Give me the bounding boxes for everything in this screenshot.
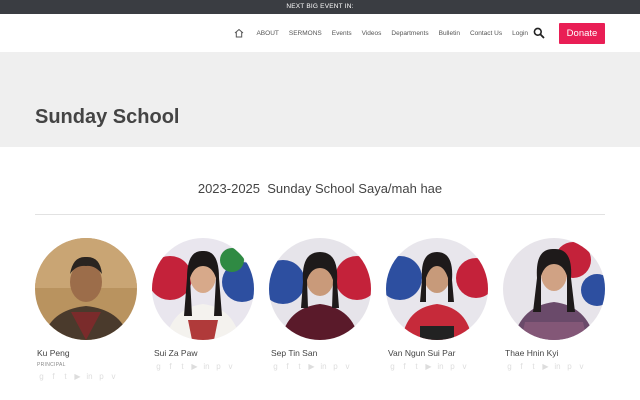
home-icon[interactable] — [234, 28, 244, 38]
vimeo-icon[interactable]: v — [343, 362, 352, 371]
member-card: Thae Hnin Kyi g f t ▶ in p v — [503, 238, 607, 371]
social-links: g f t ▶ in p v — [154, 362, 256, 371]
nav-item-contact-us[interactable]: Contact Us — [470, 30, 502, 37]
youtube-icon[interactable]: ▶ — [424, 362, 433, 371]
social-links: g f t ▶ in p v — [505, 362, 607, 371]
nav-item-bulletin[interactable]: Bulletin — [439, 30, 460, 37]
linkedin-icon[interactable]: in — [436, 362, 445, 371]
donate-label: Donate — [566, 28, 598, 39]
nav-menu: ABOUT SERMONS Events Videos Departments … — [234, 14, 528, 52]
pinterest-icon[interactable]: p — [331, 362, 340, 371]
social-links: g f t ▶ in p v — [271, 362, 373, 371]
google-plus-icon[interactable]: g — [505, 362, 514, 371]
search-icon[interactable] — [533, 27, 545, 39]
google-plus-icon[interactable]: g — [271, 362, 280, 371]
member-name: Thae Hnin Kyi — [505, 348, 559, 358]
youtube-icon[interactable]: ▶ — [307, 362, 316, 371]
member-card: Ku Peng PRINCIPAL g f t ▶ in p v — [35, 238, 139, 381]
member-photo — [152, 238, 254, 340]
member-role: PRINCIPAL — [37, 362, 66, 368]
nav-item-about[interactable]: ABOUT — [256, 30, 278, 37]
member-card: Van Ngun Sui Par g f t ▶ in p v — [386, 238, 490, 371]
facebook-icon[interactable]: f — [49, 372, 58, 381]
member-name: Sui Za Paw — [154, 348, 198, 358]
section-heading: 2023-2025 Sunday School Saya/mah hae — [197, 181, 443, 196]
linkedin-icon[interactable]: in — [202, 362, 211, 371]
member-name: Ku Peng — [37, 348, 70, 358]
social-links: g f t ▶ in p v — [388, 362, 490, 371]
pinterest-icon[interactable]: p — [97, 372, 106, 381]
google-plus-icon[interactable]: g — [154, 362, 163, 371]
linkedin-icon[interactable]: in — [319, 362, 328, 371]
section-divider — [35, 214, 605, 215]
pinterest-icon[interactable]: p — [448, 362, 457, 371]
twitter-icon[interactable]: t — [178, 362, 187, 371]
youtube-icon[interactable]: ▶ — [541, 362, 550, 371]
member-name: Van Ngun Sui Par — [388, 348, 456, 358]
member-photo — [503, 238, 605, 340]
vimeo-icon[interactable]: v — [226, 362, 235, 371]
vimeo-icon[interactable]: v — [109, 372, 118, 381]
twitter-icon[interactable]: t — [412, 362, 421, 371]
youtube-icon[interactable]: ▶ — [190, 362, 199, 371]
next-event-bar: NEXT BIG EVENT IN: — [0, 0, 640, 14]
google-plus-icon[interactable]: g — [37, 372, 46, 381]
member-card: Sui Za Paw g f t ▶ in p v — [152, 238, 256, 371]
twitter-icon[interactable]: t — [529, 362, 538, 371]
next-event-text: NEXT BIG EVENT IN: — [286, 3, 354, 10]
facebook-icon[interactable]: f — [400, 362, 409, 371]
vimeo-icon[interactable]: v — [577, 362, 586, 371]
social-links: g f t ▶ in p v — [37, 372, 139, 381]
page-title: Sunday School — [35, 106, 180, 128]
member-photo — [35, 238, 137, 340]
pinterest-icon[interactable]: p — [214, 362, 223, 371]
nav-item-sermons[interactable]: SERMONS — [289, 30, 322, 37]
google-plus-icon[interactable]: g — [388, 362, 397, 371]
facebook-icon[interactable]: f — [283, 362, 292, 371]
linkedin-icon[interactable]: in — [85, 372, 94, 381]
vimeo-icon[interactable]: v — [460, 362, 469, 371]
facebook-icon[interactable]: f — [517, 362, 526, 371]
nav-item-events[interactable]: Events — [332, 30, 352, 37]
twitter-icon[interactable]: t — [295, 362, 304, 371]
page-header-banner: Sunday School — [0, 52, 640, 147]
member-card: Sep Tin San g f t ▶ in p v — [269, 238, 373, 371]
nav-item-departments[interactable]: Departments — [391, 30, 428, 37]
member-photo — [386, 238, 488, 340]
youtube-icon[interactable]: ▶ — [73, 372, 82, 381]
facebook-icon[interactable]: f — [166, 362, 175, 371]
member-photo — [269, 238, 371, 340]
member-name: Sep Tin San — [271, 348, 318, 358]
nav-item-videos[interactable]: Videos — [362, 30, 382, 37]
twitter-icon[interactable]: t — [61, 372, 70, 381]
main-navigation: ABOUT SERMONS Events Videos Departments … — [0, 14, 640, 52]
nav-item-login[interactable]: Login — [512, 30, 528, 37]
linkedin-icon[interactable]: in — [553, 362, 562, 371]
pinterest-icon[interactable]: p — [565, 362, 574, 371]
donate-button[interactable]: Donate — [559, 23, 605, 44]
